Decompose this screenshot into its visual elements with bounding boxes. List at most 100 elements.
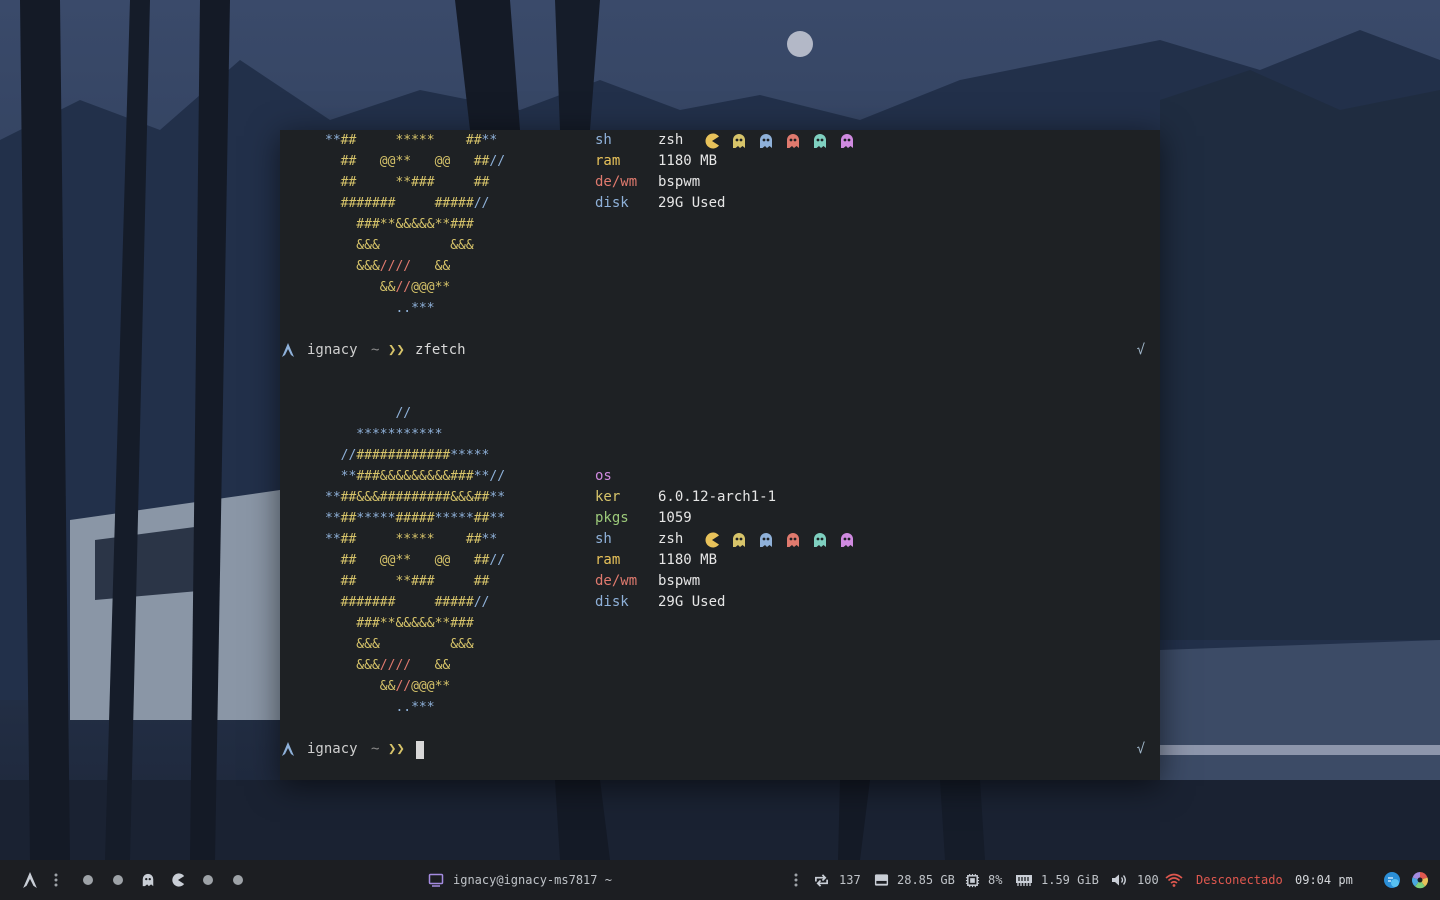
memory-usage: 1.59 GiB xyxy=(1041,873,1099,887)
info-value-disk: 29G Used xyxy=(658,594,726,610)
menu-dots-icon[interactable] xyxy=(52,860,60,900)
arch-icon xyxy=(282,742,294,756)
info-value-dewm: bspwm xyxy=(658,573,701,589)
info-value-ram: 1180 MB xyxy=(658,552,718,568)
memory-module[interactable]: 1.59 GiB xyxy=(1015,860,1099,900)
ascii-art-line: &&& &&& xyxy=(325,637,474,652)
disk-usage: 28.85 GB xyxy=(897,873,955,887)
prompt-user: ignacy xyxy=(307,741,358,757)
cpu-module[interactable]: 8% xyxy=(965,860,1002,900)
window-icon xyxy=(428,873,444,887)
prompt-arrows: ❯❯ xyxy=(388,342,405,358)
ascii-art-line: **## ***** ##** xyxy=(325,532,498,547)
ghost-icon xyxy=(733,532,745,547)
prompt-line-active[interactable]: ignacy ~ ❯❯ √ xyxy=(280,739,1160,760)
ghost-icon xyxy=(841,532,853,547)
info-value-ker: 6.0.12-arch1-1 xyxy=(658,489,777,505)
info-value-ram: 1180 MB xyxy=(658,153,718,169)
workspace-6[interactable] xyxy=(233,860,243,900)
ascii-art-line: ..*** xyxy=(325,700,435,715)
info-key-dewm: de/wm xyxy=(595,174,638,190)
ascii-art-line: ###**&&&&&**### xyxy=(325,217,474,232)
info-key-sh: sh xyxy=(595,132,612,148)
info-key-ker: ker xyxy=(595,489,621,505)
info-key-ram: ram xyxy=(595,552,621,568)
ghost-icon xyxy=(841,133,853,148)
updates-module[interactable]: 137 xyxy=(813,860,861,900)
ascii-art-line: ## @@** @@ ##// xyxy=(325,154,506,169)
tray-colorpicker-icon[interactable] xyxy=(1411,860,1429,900)
workspace-5[interactable] xyxy=(203,860,213,900)
ascii-art-line: &&&//// && xyxy=(325,658,451,673)
cpu-icon xyxy=(965,873,980,887)
ghost-icon xyxy=(787,532,799,547)
ascii-art-line: ## **### ## xyxy=(325,175,490,190)
info-key-ram: ram xyxy=(595,153,621,169)
prompt-user: ignacy xyxy=(307,342,358,358)
info-key-disk: disk xyxy=(595,195,629,211)
prompt-arrows: ❯❯ xyxy=(388,741,405,757)
ascii-art-line: // xyxy=(325,406,412,421)
active-window[interactable]: ignacy@ignacy-ms7817 ~ xyxy=(428,860,612,900)
ascii-art-line: &&//@@@** xyxy=(325,280,451,295)
ascii-art-line: &&&//// && xyxy=(325,259,451,274)
pacman-icon xyxy=(705,133,719,148)
prompt-status: √ xyxy=(1136,741,1145,757)
workspace-pacman-icon[interactable] xyxy=(171,860,185,900)
ascii-art-line: *********** xyxy=(325,427,443,442)
ascii-art-line: ..*** xyxy=(325,301,435,316)
cpu-usage: 8% xyxy=(988,873,1003,887)
ascii-art-line: ## @@** @@ ##// xyxy=(325,553,506,568)
clock-time: 09:04 pm xyxy=(1295,873,1353,887)
window-title: ignacy@ignacy-ms7817 ~ xyxy=(453,873,612,887)
network-module[interactable]: Desconectado xyxy=(1165,860,1283,900)
workspace-1[interactable] xyxy=(83,860,93,900)
ascii-art-line: &&//@@@** xyxy=(325,679,451,694)
ascii-art-line: **## ***** ##** xyxy=(325,133,498,148)
ascii-art-line: //############***** xyxy=(325,448,490,463)
network-status: Desconectado xyxy=(1196,873,1283,887)
taskbar: ignacy@ignacy-ms7817 ~ 137 28.85 GB 8% 1… xyxy=(0,860,1440,900)
workspace-2[interactable] xyxy=(113,860,123,900)
clock[interactable]: 09:04 pm xyxy=(1295,860,1353,900)
ascii-art-line: ## **### ## xyxy=(325,574,490,589)
prompt-line: ignacy ~ ❯❯ zfetch √ xyxy=(280,340,1160,361)
ghost-icon xyxy=(787,133,799,148)
disk-module[interactable]: 28.85 GB xyxy=(874,860,955,900)
text-cursor xyxy=(416,741,424,759)
info-value-pkgs: 1059 xyxy=(658,510,692,526)
ascii-art-line: ###**&&&&&**### xyxy=(325,616,474,631)
info-key-disk: disk xyxy=(595,594,629,610)
prompt-tilde: ~ xyxy=(371,342,380,358)
memory-icon xyxy=(1016,875,1032,886)
ascii-art-line: ####### #####// xyxy=(325,196,490,211)
ascii-art-line: ####### #####// xyxy=(325,595,490,610)
info-value-dewm: bspwm xyxy=(658,174,701,190)
launcher-button[interactable] xyxy=(22,860,38,900)
prompt-tilde: ~ xyxy=(371,741,380,757)
prompt-command: zfetch xyxy=(415,342,466,358)
ascii-art-line: &&& &&& xyxy=(325,238,474,253)
info-key-dewm: de/wm xyxy=(595,573,638,589)
info-key-sh: sh xyxy=(595,531,612,547)
pacman-icon xyxy=(705,532,719,547)
workspace-ghost-icon[interactable] xyxy=(141,860,155,900)
prompt-status: √ xyxy=(1136,342,1145,358)
ghost-icon xyxy=(760,133,772,148)
ghost-icons xyxy=(704,130,855,151)
arch-icon xyxy=(23,872,37,888)
terminal-window[interactable]: **## ***** ##** ## @@** @@ ##// ## **###… xyxy=(280,130,1160,780)
info-value-sh: zsh xyxy=(658,531,684,547)
refresh-icon xyxy=(815,873,828,887)
ghost-icons xyxy=(704,529,855,550)
tray-dots-icon[interactable] xyxy=(792,860,800,900)
ghost-icon xyxy=(760,532,772,547)
info-key-os: os xyxy=(595,468,612,484)
tray-app-icon[interactable] xyxy=(1383,860,1401,900)
volume-module[interactable]: 100 xyxy=(1111,860,1159,900)
ascii-art-line: **##&&&#########&&&##** xyxy=(325,490,506,505)
info-value-disk: 29G Used xyxy=(658,195,726,211)
volume-level: 100 xyxy=(1137,873,1159,887)
info-key-pkgs: pkgs xyxy=(595,510,629,526)
updates-count: 137 xyxy=(839,873,861,887)
